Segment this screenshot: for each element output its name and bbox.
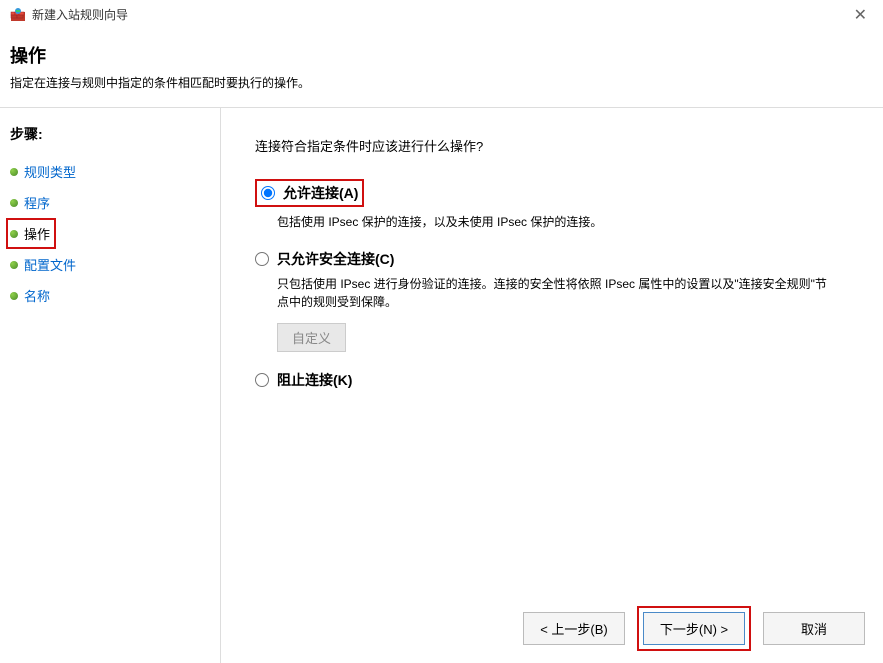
- radio-label: 只允许安全连接(C): [277, 249, 394, 269]
- wizard-footer: < 上一步(B) 下一步(N) > 取消: [523, 606, 865, 651]
- radio-allow-connection: 允许连接(A) 包括使用 IPsec 保护的连接，以及未使用 IPsec 保护的…: [255, 179, 859, 231]
- step-label: 配置文件: [24, 255, 76, 274]
- radio-block-connection: 阻止连接(K): [255, 370, 859, 390]
- page-header: 操作 指定在连接与规则中指定的条件相匹配时要执行的操作。: [0, 30, 883, 107]
- firewall-icon: [10, 7, 26, 23]
- titlebar: 新建入站规则向导 ✕: [0, 0, 883, 30]
- cancel-button[interactable]: 取消: [763, 612, 865, 645]
- prompt-text: 连接符合指定条件时应该进行什么操作?: [255, 136, 859, 155]
- radio-label: 允许连接(A): [283, 183, 358, 203]
- bullet-icon: [10, 292, 18, 300]
- step-name[interactable]: 名称: [6, 280, 220, 311]
- step-rule-type[interactable]: 规则类型: [6, 156, 220, 187]
- bullet-icon: [10, 261, 18, 269]
- content-pane: 连接符合指定条件时应该进行什么操作? 允许连接(A) 包括使用 IPsec 保护…: [220, 108, 883, 663]
- radio-allow-secure: 只允许安全连接(C) 只包括使用 IPsec 进行身份验证的连接。连接的安全性将…: [255, 249, 859, 352]
- page-title: 操作: [10, 42, 873, 68]
- step-action[interactable]: 操作: [6, 218, 56, 249]
- step-profile[interactable]: 配置文件: [6, 249, 220, 280]
- steps-header: 步骤:: [6, 118, 220, 156]
- radio-allow[interactable]: [261, 186, 275, 200]
- radio-secure[interactable]: [255, 252, 269, 266]
- step-label: 程序: [24, 193, 50, 212]
- radio-block[interactable]: [255, 373, 269, 387]
- radio-desc: 只包括使用 IPsec 进行身份验证的连接。连接的安全性将依照 IPsec 属性…: [277, 275, 837, 311]
- action-radio-group: 允许连接(A) 包括使用 IPsec 保护的连接，以及未使用 IPsec 保护的…: [255, 179, 859, 390]
- customize-button: 自定义: [277, 323, 346, 352]
- step-label: 操作: [24, 224, 50, 243]
- radio-desc: 包括使用 IPsec 保护的连接，以及未使用 IPsec 保护的连接。: [277, 213, 837, 231]
- steps-sidebar: 步骤: 规则类型 程序 操作 配置文件 名称: [0, 108, 220, 663]
- window-title: 新建入站规则向导: [32, 6, 128, 23]
- next-button[interactable]: 下一步(N) >: [643, 612, 745, 645]
- bullet-icon: [10, 199, 18, 207]
- bullet-icon: [10, 168, 18, 176]
- back-button[interactable]: < 上一步(B): [523, 612, 625, 645]
- close-icon[interactable]: ✕: [848, 5, 873, 25]
- radio-label: 阻止连接(K): [277, 370, 352, 390]
- step-label: 规则类型: [24, 162, 76, 181]
- step-label: 名称: [24, 286, 50, 305]
- bullet-icon: [10, 230, 18, 238]
- page-subtitle: 指定在连接与规则中指定的条件相匹配时要执行的操作。: [10, 74, 873, 91]
- step-program[interactable]: 程序: [6, 187, 220, 218]
- highlight-box: 下一步(N) >: [637, 606, 751, 651]
